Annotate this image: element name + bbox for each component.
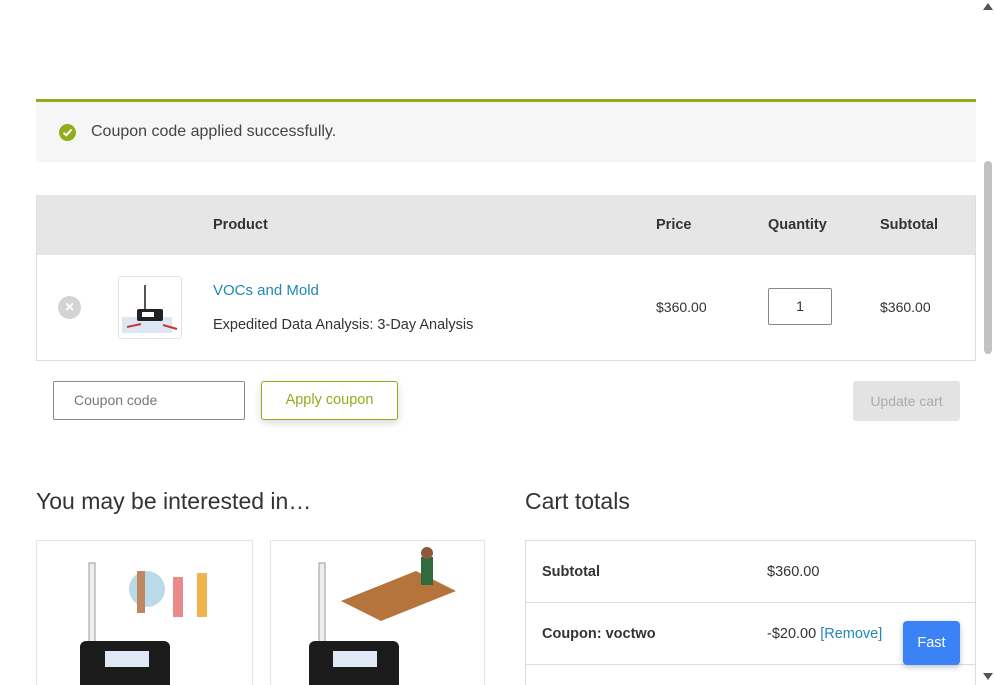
discount-amount: -$20.00 [767, 626, 817, 642]
scroll-up-arrow-icon[interactable] [983, 3, 993, 10]
scrollbar-thumb[interactable] [984, 161, 992, 354]
item-subtotal: $360.00 [880, 299, 931, 315]
cart-table-header: Product Price Quantity Subtotal [37, 195, 975, 255]
item-price: $360.00 [656, 299, 707, 315]
totals-value: -$20.00 [Remove] [767, 626, 882, 642]
notice-message: Coupon code applied successfully. [91, 123, 337, 140]
header-quantity: Quantity [768, 217, 827, 233]
success-notice: Coupon code applied successfully. [36, 99, 976, 162]
totals-label: Subtotal [542, 564, 600, 580]
apply-coupon-button[interactable]: Apply coupon [261, 381, 398, 420]
upsell-product-image [309, 547, 456, 685]
upsell-title: You may be interested in… [36, 488, 312, 514]
product-link[interactable]: VOCs and Mold [213, 282, 319, 299]
upsell-product-card[interactable] [36, 540, 253, 685]
upsell-product-image [80, 562, 207, 685]
scroll-down-arrow-icon[interactable] [983, 673, 993, 680]
scrollbar[interactable] [980, 0, 995, 685]
update-cart-button[interactable]: Update cart [853, 381, 960, 421]
totals-value: $360.00 [767, 564, 820, 580]
upsell-product-card[interactable] [270, 540, 485, 685]
header-subtotal: Subtotal [880, 217, 938, 233]
product-thumbnail[interactable] [118, 276, 182, 339]
check-circle-icon [59, 123, 76, 141]
remove-coupon-link[interactable]: [Remove] [820, 626, 882, 642]
cart-table: Product Price Quantity Subtotal × VOCs a… [36, 195, 976, 361]
coupon-code-input[interactable]: Coupon code [53, 381, 245, 420]
totals-label: Coupon: voctwo [542, 626, 656, 642]
header-product: Product [213, 217, 268, 233]
header-price: Price [656, 217, 692, 233]
totals-row: Subtotal $360.00 [526, 541, 975, 603]
cart-totals-title: Cart totals [525, 488, 630, 514]
quantity-input[interactable]: 1 [768, 288, 832, 325]
cart-item-row: × VOCs and Mold Expedited Data Analysis:… [37, 255, 975, 360]
fast-button[interactable]: Fast [903, 621, 960, 665]
remove-item-icon[interactable]: × [58, 296, 81, 319]
product-variation: Expedited Data Analysis: 3-Day Analysis [213, 317, 474, 333]
